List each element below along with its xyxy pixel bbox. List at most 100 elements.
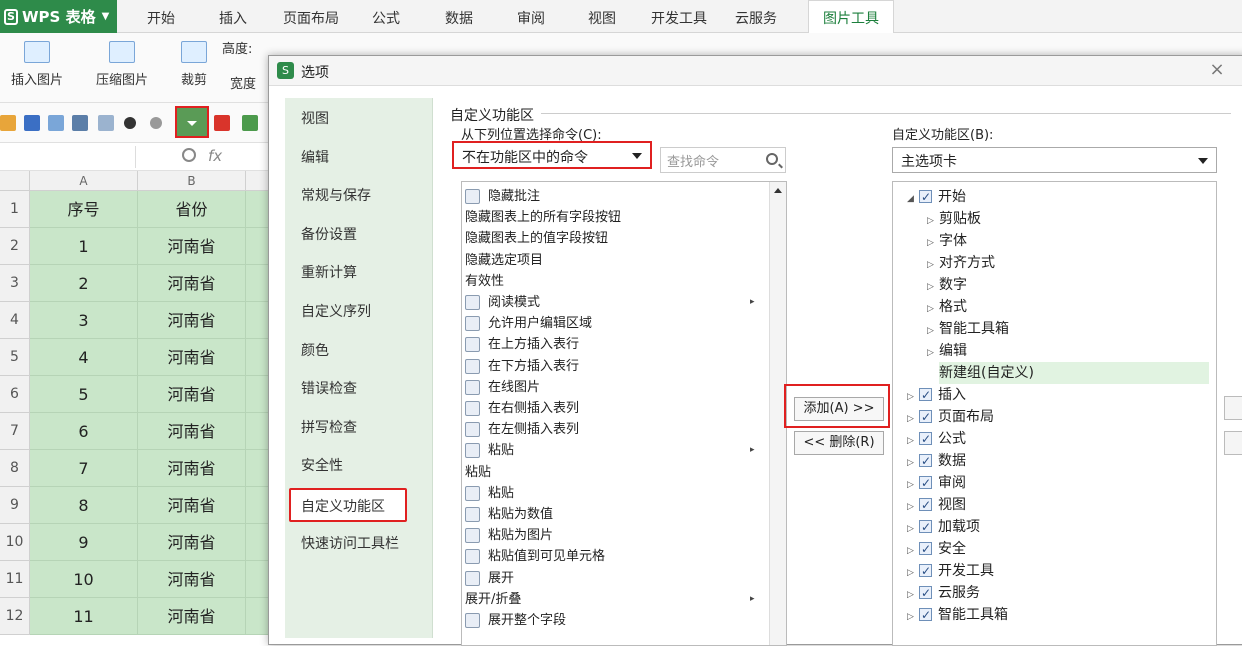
checkbox[interactable] [919, 472, 932, 494]
collapsed-arrow-icon[interactable]: ▷ [927, 210, 939, 232]
command-list-item[interactable]: 在左侧插入表列 [465, 419, 579, 440]
tab-4[interactable]: 数据 [445, 8, 473, 28]
expanded-arrow-icon[interactable]: ◢ [907, 188, 919, 210]
command-list-item[interactable]: 在线图片 [465, 377, 540, 398]
checkbox[interactable] [919, 604, 932, 626]
ribbon-tree-node[interactable]: ▷ 对齐方式 [927, 252, 995, 274]
print-icon[interactable] [72, 115, 88, 131]
command-list-item[interactable]: 隐藏图表上的所有字段按钮 [465, 207, 621, 228]
collapsed-arrow-icon[interactable]: ▷ [907, 606, 919, 628]
fx-label[interactable]: fx [208, 147, 222, 165]
table-cell[interactable]: 河南省 [138, 598, 246, 635]
tab-1[interactable]: 插入 [219, 8, 247, 28]
row-header[interactable]: 2 [0, 228, 30, 265]
command-list-item[interactable]: 阅读模式 ▸ [465, 292, 755, 313]
ribbon-tree-node[interactable]: ▷ 数据 [907, 450, 966, 472]
collapsed-arrow-icon[interactable]: ▷ [907, 518, 919, 540]
command-source-select[interactable]: 不在功能区中的命令 [452, 141, 652, 169]
document-icon[interactable] [98, 115, 114, 131]
remove-button[interactable]: << 删除(R) [794, 431, 884, 455]
table-cell[interactable]: 河南省 [138, 265, 246, 302]
ribbon-tree-node[interactable]: ▷ 云服务 [907, 582, 980, 604]
crop-button[interactable]: 裁剪 [172, 41, 216, 88]
redo-icon[interactable] [150, 117, 162, 129]
table-cell[interactable]: 5 [30, 376, 138, 413]
command-list-item[interactable]: 隐藏批注 [465, 186, 540, 207]
command-list-item[interactable]: 有效性 [465, 271, 504, 292]
command-list-item[interactable]: 粘贴 [465, 483, 514, 504]
insert-picture-button[interactable]: 插入图片 [2, 41, 72, 88]
ribbon-tree-node[interactable]: ▷ 审阅 [907, 472, 966, 494]
table-cell[interactable]: 7 [30, 450, 138, 487]
collapsed-arrow-icon[interactable]: ▷ [907, 474, 919, 496]
ribbon-tree-node[interactable]: ◢ 开始 [907, 186, 966, 208]
row-header[interactable]: 9 [0, 487, 30, 524]
options-nav-item[interactable]: 自定义功能区 [289, 488, 407, 522]
row-header[interactable]: 6 [0, 376, 30, 413]
collapsed-arrow-icon[interactable]: ▷ [907, 408, 919, 430]
move-up-button[interactable] [1224, 396, 1242, 420]
spreadsheet-icon[interactable] [242, 115, 258, 131]
command-list-item[interactable]: 粘贴为数值 [465, 504, 553, 525]
column-header[interactable]: B [138, 171, 246, 191]
table-cell[interactable]: 河南省 [138, 487, 246, 524]
options-nav-item[interactable]: 颜色 [285, 334, 433, 368]
open-folder-icon[interactable] [0, 115, 16, 131]
options-nav-item[interactable]: 拼写检查 [285, 411, 433, 445]
table-cell[interactable]: 6 [30, 413, 138, 450]
table-cell[interactable]: 3 [30, 302, 138, 339]
ribbon-tree-node[interactable]: ▷ 数字 [927, 274, 967, 296]
collapsed-arrow-icon[interactable]: ▷ [907, 386, 919, 408]
ribbon-tree-node[interactable]: ▷ 编辑 [927, 340, 967, 362]
compress-picture-button[interactable]: 压缩图片 [92, 41, 152, 88]
checkbox[interactable] [919, 582, 932, 604]
ribbon-tree-node[interactable]: ▷ 字体 [927, 230, 967, 252]
checkbox[interactable] [919, 560, 932, 582]
checkbox[interactable] [919, 186, 932, 208]
checkbox[interactable] [919, 450, 932, 472]
tab-6[interactable]: 视图 [588, 8, 616, 28]
ribbon-tree-node[interactable]: ▷ 加载项 [907, 516, 980, 538]
command-list-item[interactable]: 粘贴 ▸ [465, 440, 755, 461]
ribbon-tree-node[interactable]: ▷ 智能工具箱 [907, 604, 1008, 626]
collapsed-arrow-icon[interactable]: ▷ [907, 562, 919, 584]
tab-9[interactable]: 图片工具 [808, 0, 894, 34]
collapsed-arrow-icon[interactable]: ▷ [927, 276, 939, 298]
command-list-item[interactable]: 隐藏图表上的值字段按钮 [465, 228, 608, 249]
table-cell[interactable]: 9 [30, 524, 138, 561]
search-icon[interactable] [766, 153, 778, 165]
table-cell[interactable]: 省份 [138, 191, 246, 228]
checkbox[interactable] [919, 494, 932, 516]
checkbox[interactable] [919, 406, 932, 428]
table-cell[interactable]: 4 [30, 339, 138, 376]
options-nav-item[interactable]: 快速访问工具栏 [285, 527, 433, 561]
ribbon-tree-node[interactable]: ▷ 页面布局 [907, 406, 994, 428]
add-button[interactable]: 添加(A) >> [794, 397, 884, 421]
quick-access-dropdown-button[interactable] [175, 106, 209, 138]
options-nav-item[interactable]: 备份设置 [285, 218, 433, 252]
table-cell[interactable]: 11 [30, 598, 138, 635]
wps-w-icon[interactable] [214, 115, 230, 131]
ribbon-tree-node[interactable]: ▷ 格式 [927, 296, 967, 318]
row-header[interactable]: 8 [0, 450, 30, 487]
table-cell[interactable]: 河南省 [138, 524, 246, 561]
collapsed-arrow-icon[interactable]: ▷ [927, 254, 939, 276]
move-down-button[interactable] [1224, 431, 1242, 455]
collapsed-arrow-icon[interactable]: ▷ [907, 496, 919, 518]
table-cell[interactable]: 河南省 [138, 413, 246, 450]
table-cell[interactable]: 河南省 [138, 339, 246, 376]
zoom-icon[interactable] [182, 148, 196, 162]
row-header[interactable]: 1 [0, 191, 30, 228]
options-nav-item[interactable]: 视图 [285, 102, 433, 136]
tab-5[interactable]: 审阅 [517, 8, 545, 28]
row-header[interactable]: 11 [0, 561, 30, 598]
options-nav-item[interactable]: 安全性 [285, 449, 433, 483]
row-header[interactable]: 3 [0, 265, 30, 302]
checkbox[interactable] [919, 384, 932, 406]
table-cell[interactable]: 河南省 [138, 302, 246, 339]
command-list-item[interactable]: 在上方插入表行 [465, 334, 579, 355]
command-list-item[interactable]: 粘贴值到可见单元格 [465, 546, 605, 567]
tab-0[interactable]: 开始 [147, 8, 175, 28]
table-cell[interactable]: 河南省 [138, 228, 246, 265]
print-preview-icon[interactable] [48, 115, 64, 131]
